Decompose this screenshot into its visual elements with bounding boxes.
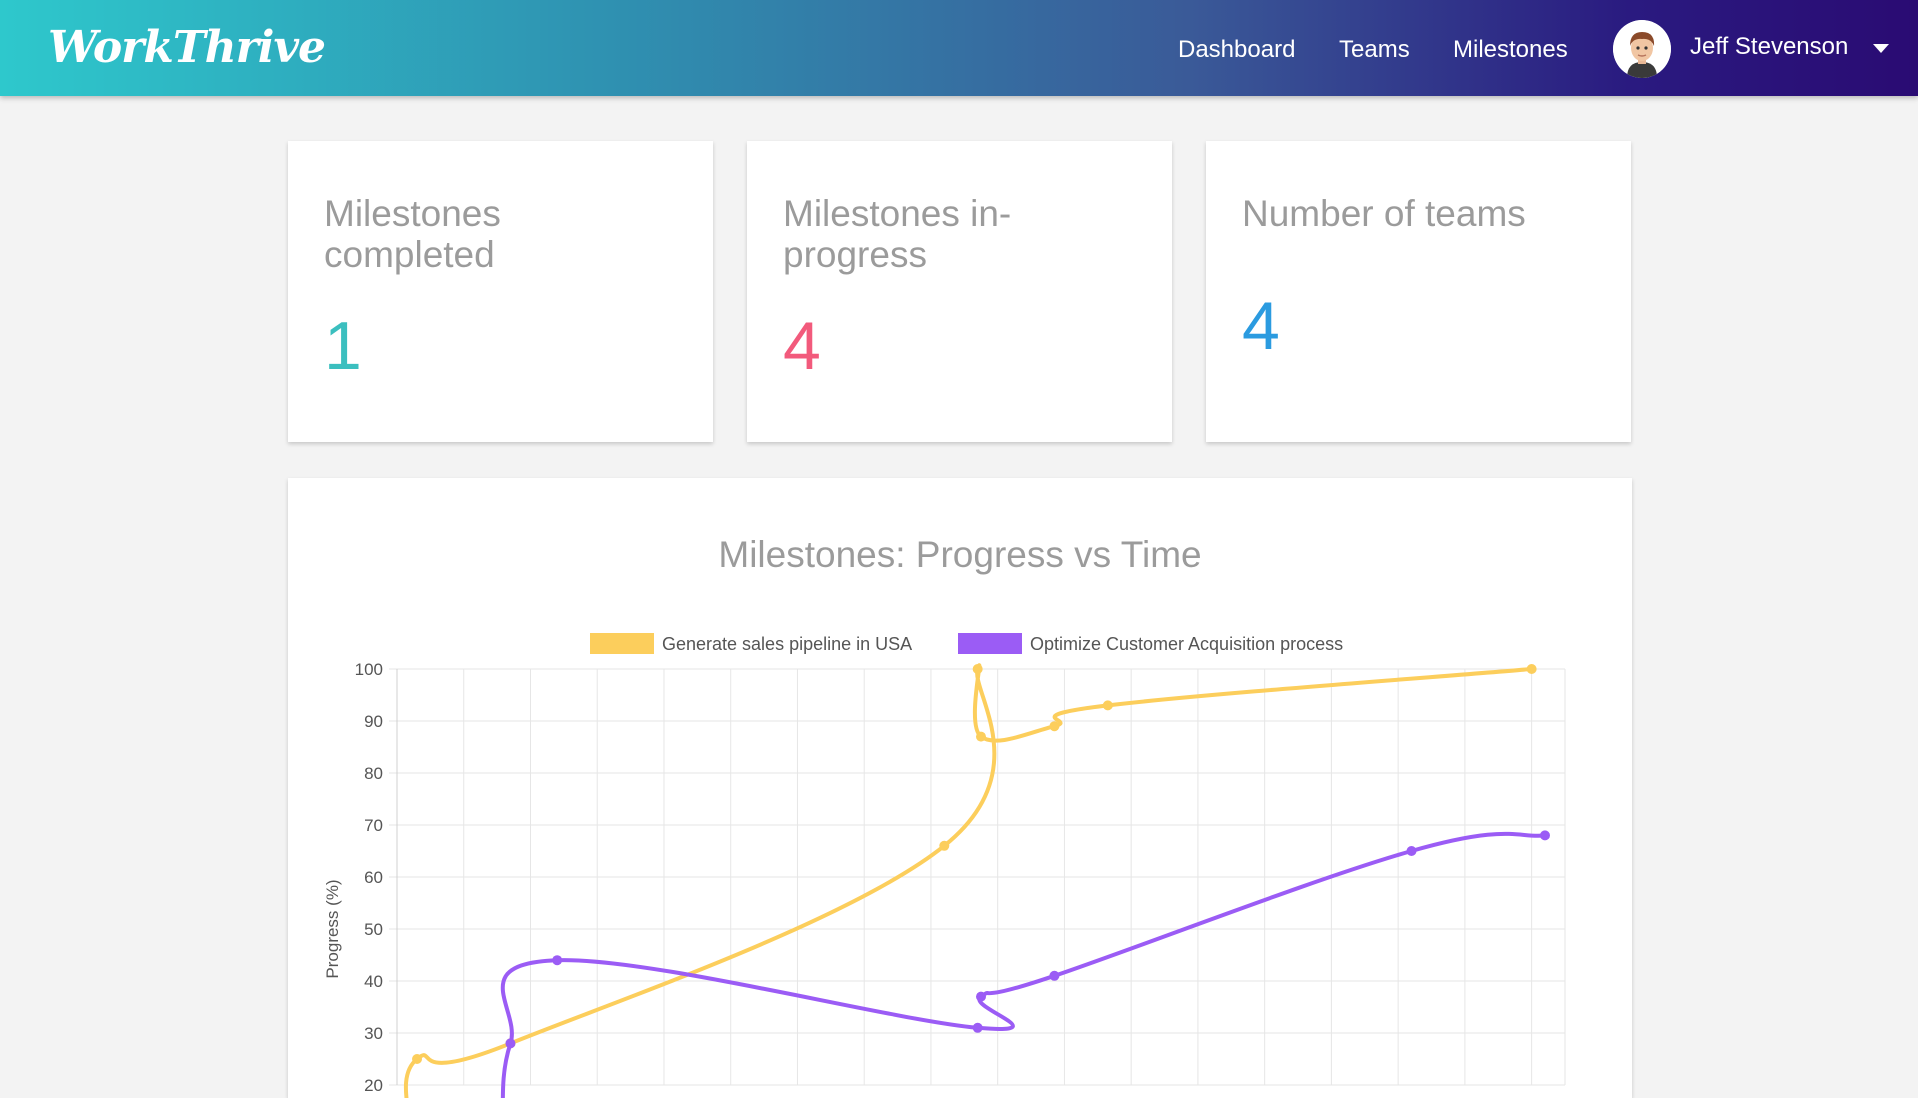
data-point: [1406, 846, 1417, 856]
stat-card-in-progress: Milestones in-progress 4: [747, 141, 1172, 442]
data-point: [412, 1054, 423, 1064]
stat-value: 1: [324, 308, 362, 384]
y-tick-label: 50: [364, 920, 383, 939]
chart-card: Milestones: Progress vs Time 100 90 80 70 60…: [288, 478, 1632, 1098]
stat-title: Milestones in-progress: [783, 193, 1012, 275]
y-tick-label: 90: [364, 712, 383, 731]
y-axis-label: Progress (%): [323, 879, 342, 978]
data-point: [972, 664, 983, 674]
stat-value: 4: [783, 308, 821, 384]
progress-chart: 100 90 80 70 60 50 40 30 20 Progress (%) Generate …: [323, 633, 1566, 1098]
top-navbar: WorkThrive Dashboard Teams Milestones Je…: [0, 0, 1918, 96]
user-name[interactable]: Jeff Stevenson: [1690, 33, 1848, 61]
stat-card-completed: Milestones completed 1: [288, 141, 713, 442]
y-tick-label: 80: [364, 764, 383, 783]
user-avatar[interactable]: [1613, 20, 1671, 78]
stat-value: 4: [1242, 288, 1280, 364]
avatar-face-icon: [1613, 20, 1671, 78]
y-tick-label: 20: [364, 1076, 383, 1095]
data-point: [976, 991, 986, 1002]
stat-card-teams: Number of teams 4: [1206, 141, 1631, 442]
data-point: [1539, 830, 1550, 841]
y-tick-label: 70: [364, 816, 383, 835]
legend-swatch: [590, 633, 654, 654]
nav-milestones[interactable]: Milestones: [1453, 36, 1568, 64]
series-line: [500, 831, 1546, 1098]
data-point: [1526, 664, 1537, 674]
nav-teams[interactable]: Teams: [1339, 36, 1410, 64]
data-point: [1049, 721, 1060, 732]
y-tick-label: 60: [364, 868, 383, 887]
y-tick-label: 40: [364, 972, 383, 991]
data-point: [1102, 700, 1113, 711]
y-tick-label: 100: [355, 660, 383, 679]
stat-title: Milestones completed: [324, 193, 501, 275]
nav-dashboard[interactable]: Dashboard: [1178, 36, 1295, 64]
chevron-down-icon[interactable]: [1873, 44, 1889, 53]
data-point: [972, 1022, 983, 1033]
data-point: [552, 955, 563, 966]
data-point: [505, 1038, 516, 1049]
legend-label: Generate sales pipeline in USA: [662, 634, 912, 654]
y-tick-label: 30: [364, 1024, 383, 1043]
data-point: [1049, 970, 1060, 981]
data-point: [939, 840, 950, 851]
legend-swatch: [958, 633, 1022, 654]
stat-title: Number of teams: [1242, 193, 1526, 234]
legend-label: Optimize Customer Acquisition process: [1030, 634, 1343, 654]
data-point: [976, 731, 986, 742]
app-logo[interactable]: WorkThrive: [48, 22, 326, 74]
